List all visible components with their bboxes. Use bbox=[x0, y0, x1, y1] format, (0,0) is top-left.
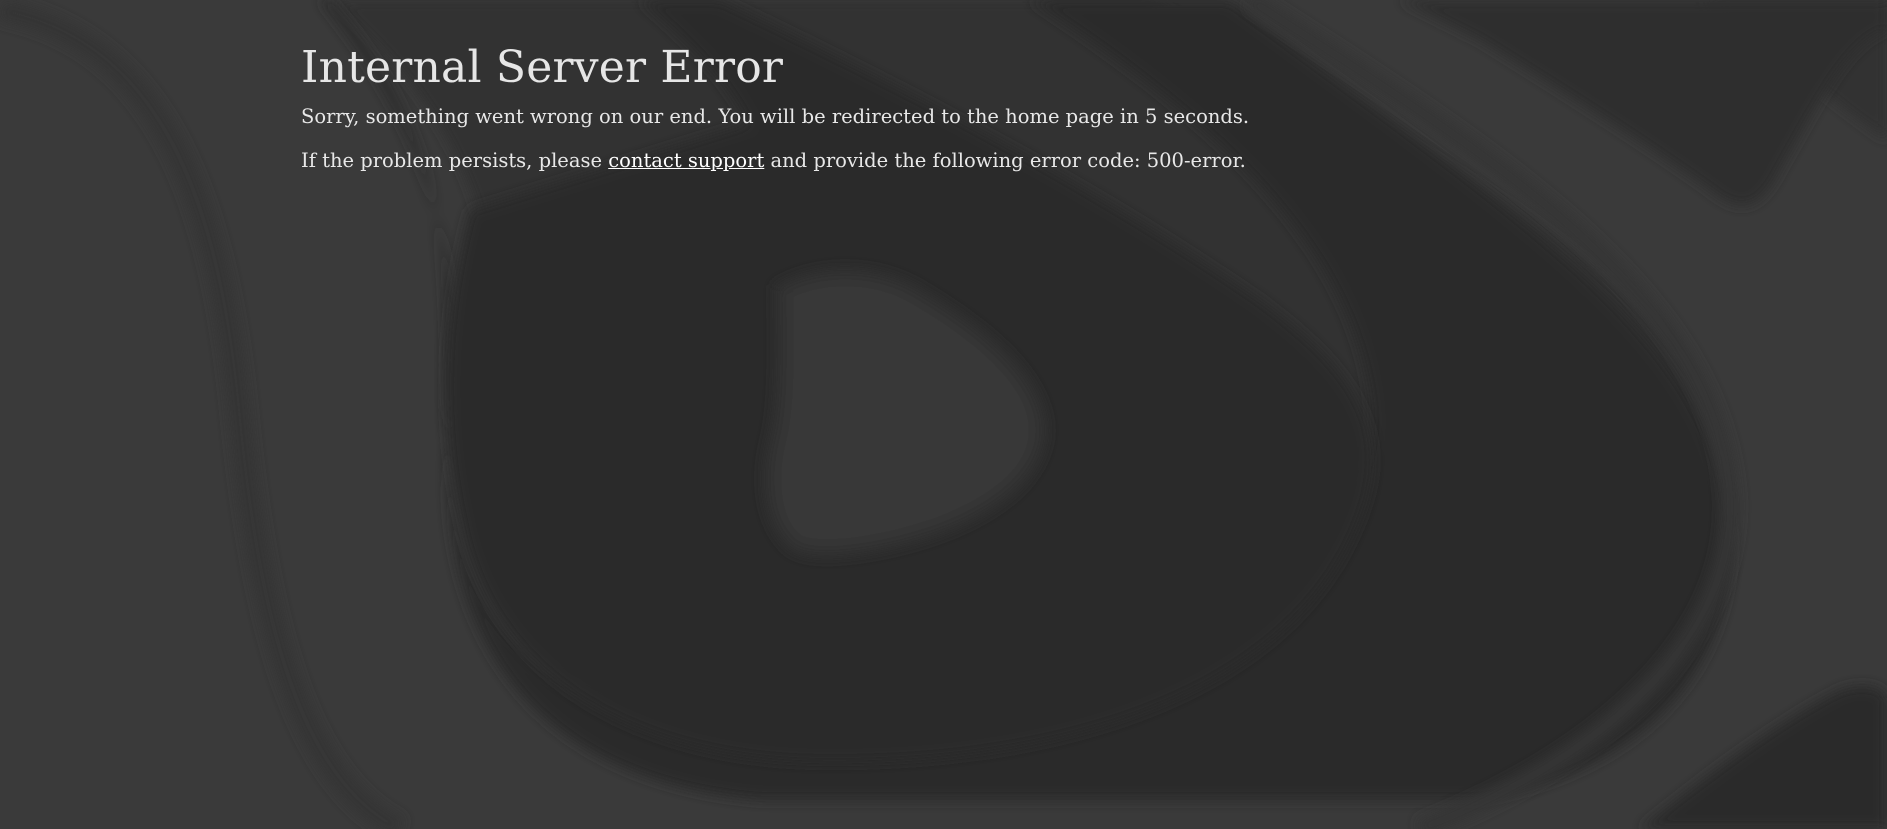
error-page: Internal Server Error Sorry, something w… bbox=[0, 0, 1887, 829]
page-title: Internal Server Error bbox=[301, 42, 784, 93]
support-message: If the problem persists, please contact … bbox=[301, 148, 1701, 174]
contact-support-link[interactable]: contact support bbox=[608, 149, 764, 172]
support-message-prefix: If the problem persists, please bbox=[301, 149, 609, 172]
support-message-suffix: and provide the following error code: 50… bbox=[764, 149, 1246, 172]
redirect-message: Sorry, something went wrong on our end. … bbox=[301, 105, 1250, 128]
error-content: Internal Server Error Sorry, something w… bbox=[301, 40, 1701, 174]
